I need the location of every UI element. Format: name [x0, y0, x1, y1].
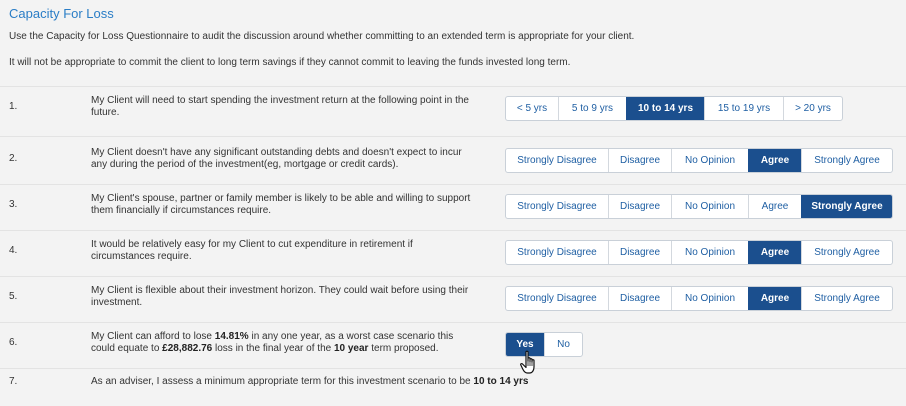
option-strongly-disagree[interactable]: Strongly Disagree [506, 195, 608, 218]
agreement-button-group: Strongly Disagree Disagree No Opinion Ag… [505, 194, 893, 219]
question-text: My Client's spouse, partner or family me… [91, 193, 471, 216]
divider [0, 322, 906, 323]
term-button-group: < 5 yrs 5 to 9 yrs 10 to 14 yrs 15 to 19… [505, 96, 843, 121]
option-15-to-19-yrs[interactable]: 15 to 19 yrs [704, 97, 783, 120]
option-5-to-9-yrs[interactable]: 5 to 9 yrs [558, 97, 626, 120]
option-10-to-14-yrs[interactable]: 10 to 14 yrs [626, 97, 704, 120]
option-disagree[interactable]: Disagree [608, 195, 671, 218]
option-no-opinion[interactable]: No Opinion [671, 241, 748, 264]
option-strongly-disagree[interactable]: Strongly Disagree [506, 149, 608, 172]
loss-percentage: 14.81% [214, 331, 249, 342]
question-number: 1. [9, 101, 18, 112]
option-lt-5-yrs[interactable]: < 5 yrs [506, 97, 558, 120]
adviser-assessment: As an adviser, I assess a minimum approp… [91, 376, 611, 388]
divider [0, 368, 906, 369]
option-agree[interactable]: Agree [748, 287, 801, 310]
question-text-part: My Client can afford to lose [91, 331, 215, 342]
agreement-button-group: Strongly Disagree Disagree No Opinion Ag… [505, 148, 893, 173]
divider [0, 136, 906, 137]
option-no-opinion[interactable]: No Opinion [671, 149, 748, 172]
question-number: 4. [9, 245, 18, 256]
question-number: 2. [9, 153, 18, 164]
question-text: My Client can afford to lose 14.81% in a… [91, 331, 471, 355]
option-disagree[interactable]: Disagree [608, 241, 671, 264]
question-text-part: As an adviser, I assess a minimum approp… [91, 376, 474, 387]
agreement-button-group: Strongly Disagree Disagree No Opinion Ag… [505, 240, 893, 265]
question-number: 3. [9, 199, 18, 210]
agreement-button-group: Strongly Disagree Disagree No Opinion Ag… [505, 286, 893, 311]
option-agree[interactable]: Agree [748, 195, 801, 218]
option-agree[interactable]: Agree [748, 241, 801, 264]
question-number: 5. [9, 291, 18, 302]
question-text: It would be relatively easy for my Clien… [91, 239, 413, 262]
hand-pointer-icon [520, 350, 535, 374]
question-number: 6. [9, 337, 18, 348]
assessed-term: 10 to 14 yrs [473, 376, 529, 387]
question-text: My Client will need to start spending th… [91, 95, 469, 118]
option-strongly-agree[interactable]: Strongly Agree [801, 149, 892, 172]
no-button[interactable]: No [544, 333, 582, 356]
divider [0, 184, 906, 185]
question-number: 7. [9, 376, 18, 387]
divider [0, 230, 906, 231]
option-no-opinion[interactable]: No Opinion [671, 287, 748, 310]
option-agree[interactable]: Agree [748, 149, 801, 172]
option-strongly-agree[interactable]: Strongly Agree [801, 241, 892, 264]
question-text: My Client doesn't have any significant o… [91, 147, 462, 170]
option-strongly-disagree[interactable]: Strongly Disagree [506, 287, 608, 310]
term-years: 10 year [333, 343, 369, 354]
question-text-part: term proposed. [368, 343, 439, 354]
question-text: My Client is flexible about their invest… [91, 285, 469, 308]
option-disagree[interactable]: Disagree [608, 287, 671, 310]
divider [0, 276, 906, 277]
yes-no-button-group: Yes No [505, 332, 583, 357]
intro-text-1: Use the Capacity for Loss Questionnaire … [9, 31, 635, 42]
option-strongly-agree[interactable]: Strongly Agree [801, 195, 892, 218]
page-title: Capacity For Loss [9, 6, 114, 21]
loss-amount: £28,882.76 [162, 343, 213, 354]
option-disagree[interactable]: Disagree [608, 149, 671, 172]
option-gt-20-yrs[interactable]: > 20 yrs [783, 97, 842, 120]
divider [0, 86, 906, 87]
option-strongly-agree[interactable]: Strongly Agree [801, 287, 892, 310]
option-strongly-disagree[interactable]: Strongly Disagree [506, 241, 608, 264]
intro-text-2: It will not be appropriate to commit the… [9, 57, 571, 68]
option-no-opinion[interactable]: No Opinion [671, 195, 748, 218]
question-text-part: loss in the final year of the [212, 343, 334, 354]
